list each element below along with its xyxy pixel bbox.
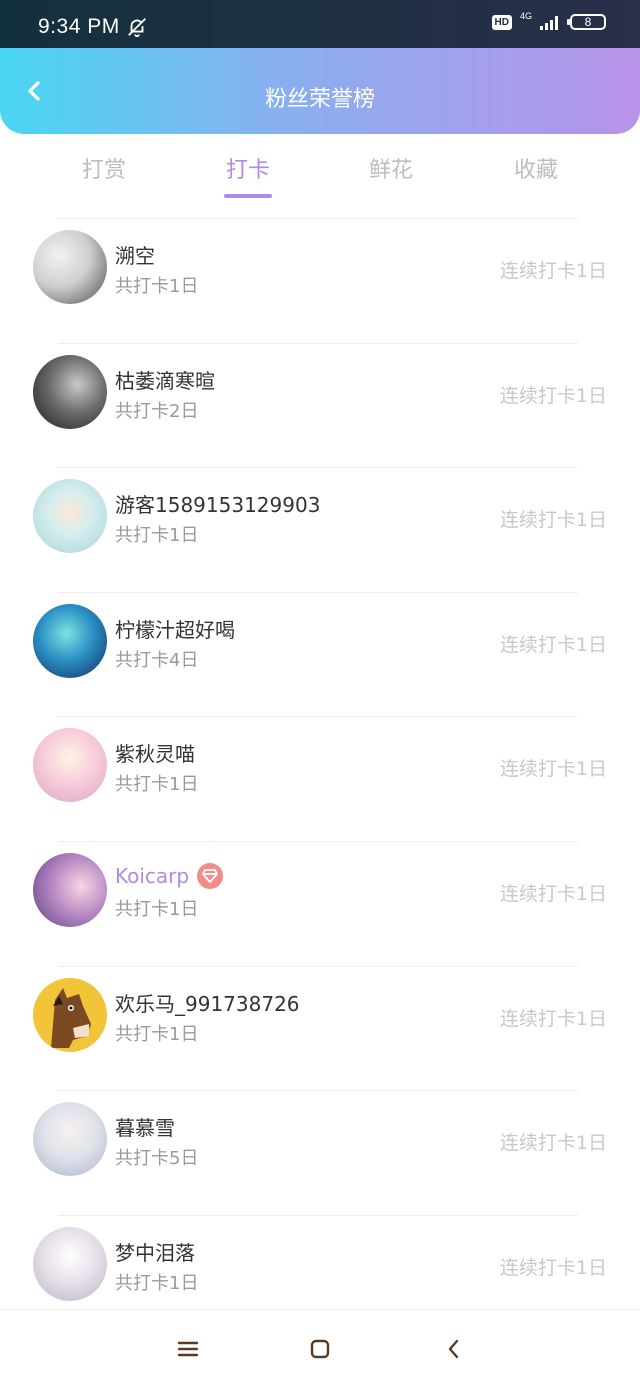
signal-icon xyxy=(540,16,558,30)
back-icon[interactable] xyxy=(442,1337,466,1361)
row-divider xyxy=(58,840,578,842)
fan-name: 欢乐马_991738726 xyxy=(115,991,300,1016)
fan-total-checkins: 共打卡2日 xyxy=(115,400,199,422)
avatar[interactable] xyxy=(33,603,107,678)
battery-icon: 8 xyxy=(567,14,606,30)
bell-muted-icon xyxy=(128,18,146,38)
fan-total-checkins: 共打卡1日 xyxy=(115,1023,199,1045)
fan-streak: 连续打卡1日 xyxy=(499,260,607,282)
system-nav-bar xyxy=(0,1309,640,1387)
fan-streak: 连续打卡1日 xyxy=(499,1007,607,1030)
fan-total-checkins: 共打卡1日 xyxy=(115,276,199,297)
row-divider xyxy=(58,591,578,593)
fan-total-checkins: 共打卡1日 xyxy=(115,898,199,920)
fan-name: 柠檬汁超好喝 xyxy=(115,617,235,642)
fan-streak: 连续打卡1日 xyxy=(499,1256,607,1279)
row-divider xyxy=(58,716,578,718)
avatar[interactable] xyxy=(33,230,107,304)
fan-streak: 连续打卡1日 xyxy=(499,1132,607,1155)
row-divider xyxy=(58,342,578,344)
fan-streak: 连续打卡1日 xyxy=(499,509,607,532)
fan-streak: 连续打卡1日 xyxy=(499,633,607,656)
horse-avatar-art xyxy=(51,987,91,1048)
fan-name: 梦中泪落 xyxy=(115,1240,195,1265)
fan-total-checkins: 共打卡1日 xyxy=(115,1272,199,1294)
row-divider xyxy=(58,1090,578,1092)
status-time: 9:34 PM xyxy=(38,15,120,38)
fan-row[interactable]: 溯空 共打卡1日 连续打卡1日 xyxy=(0,218,640,343)
fan-row[interactable]: 暮慕雪 共打卡5日 连续打卡1日 xyxy=(0,1090,640,1215)
fan-name: 游客1589153129903 xyxy=(115,493,321,518)
fan-streak: 连续打卡1日 xyxy=(499,882,607,905)
tab-flowers[interactable]: 鲜花 xyxy=(341,152,441,184)
avatar[interactable] xyxy=(33,852,107,927)
row-divider xyxy=(58,965,578,967)
avatar[interactable] xyxy=(33,354,107,429)
row-divider xyxy=(58,467,578,469)
hd-badge: HD xyxy=(491,14,512,30)
fan-name: 暮慕雪 xyxy=(115,1116,175,1141)
tab-active-underline xyxy=(224,194,272,198)
fan-streak: 连续打卡1日 xyxy=(499,758,607,781)
fan-row[interactable]: 紫秋灵喵 共打卡1日 连续打卡1日 xyxy=(0,716,640,841)
tab-bar: 打赏 打卡 鲜花 收藏 xyxy=(0,134,640,212)
fan-row[interactable]: 柠檬汁超好喝 共打卡4日 连续打卡1日 xyxy=(0,591,640,717)
home-icon[interactable] xyxy=(308,1337,332,1361)
fan-total-checkins: 共打卡5日 xyxy=(115,1148,199,1170)
network-type: 4G xyxy=(519,11,532,21)
fan-streak: 连续打卡1日 xyxy=(499,384,607,407)
page-title: 粉丝荣誉榜 xyxy=(264,87,375,112)
row-divider xyxy=(58,218,578,219)
tab-checkin[interactable]: 打卡 xyxy=(198,152,298,184)
fan-row[interactable]: 游客1589153129903 共打卡1日 连续打卡1日 xyxy=(0,467,640,592)
fan-total-checkins: 共打卡1日 xyxy=(115,774,199,796)
fan-list: 溯空 共打卡1日 连续打卡1日 枯萎滴寒暄 共打卡2日 连续打卡1日 游客158… xyxy=(0,218,640,1339)
row-divider xyxy=(58,1214,578,1216)
avatar[interactable] xyxy=(33,479,107,554)
tab-reward[interactable]: 打赏 xyxy=(54,152,154,184)
fan-row[interactable]: 枯萎滴寒暄 共打卡2日 连续打卡1日 xyxy=(0,342,640,468)
diamond-vip-icon xyxy=(197,862,224,889)
tab-favorites[interactable]: 收藏 xyxy=(486,152,586,184)
fan-name: Koicarp xyxy=(115,862,224,889)
fan-name: 枯萎滴寒暄 xyxy=(115,368,215,393)
status-indicators: HD 4G 8 xyxy=(491,11,606,30)
avatar[interactable] xyxy=(33,728,107,803)
avatar[interactable] xyxy=(33,1102,107,1177)
fan-name: 紫秋灵喵 xyxy=(115,742,195,767)
status-bar: 9:34 PM HD 4G 8 xyxy=(0,0,640,48)
fan-total-checkins: 共打卡4日 xyxy=(115,649,199,671)
header-bar: 粉丝荣誉榜 xyxy=(0,48,640,134)
menu-icon[interactable] xyxy=(176,1337,200,1361)
avatar[interactable] xyxy=(33,977,107,1052)
avatar[interactable] xyxy=(33,1226,107,1301)
fan-total-checkins: 共打卡1日 xyxy=(115,525,199,547)
fan-row[interactable]: 欢乐马_991738726 共打卡1日 连续打卡1日 xyxy=(0,965,640,1091)
fan-name: 溯空 xyxy=(115,244,155,268)
fan-row[interactable]: Koicarp 共打卡1日 连续打卡1日 xyxy=(0,840,640,966)
